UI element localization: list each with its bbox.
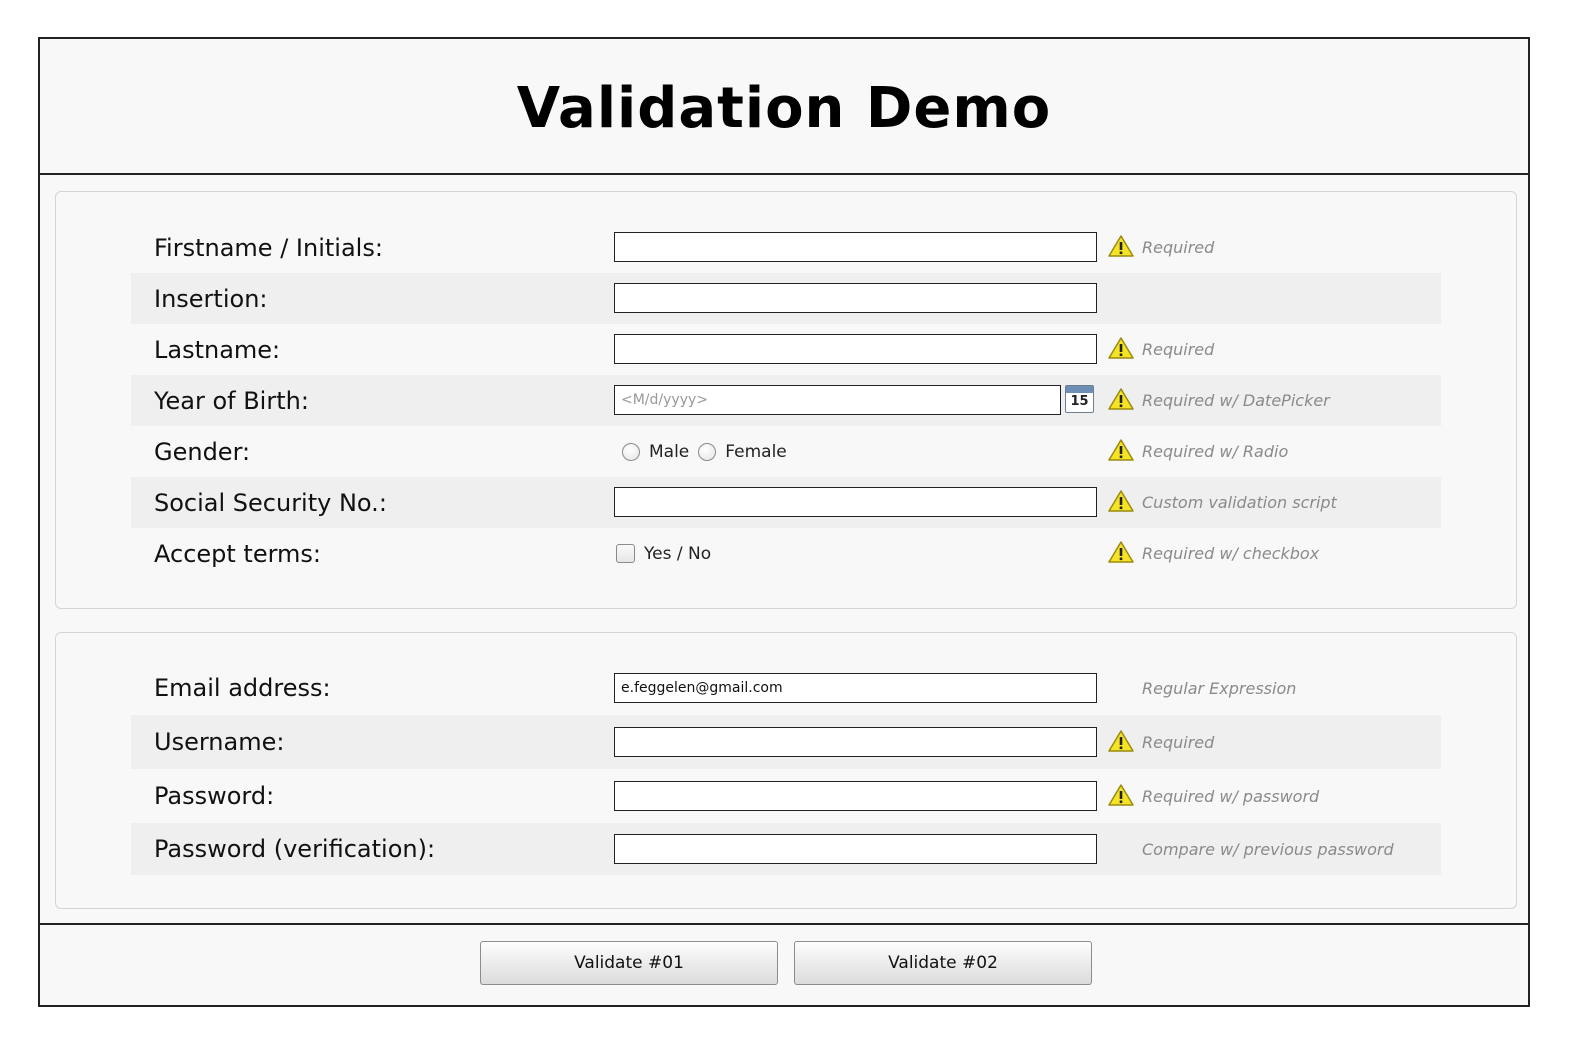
gender-label: Gender: bbox=[154, 437, 251, 466]
warning-icon bbox=[1108, 235, 1134, 257]
accept-terms-checkbox-label[interactable]: Yes / No bbox=[644, 544, 711, 564]
warning-icon bbox=[1108, 439, 1134, 461]
gender-male-radio[interactable] bbox=[622, 442, 640, 461]
gender-female-label[interactable]: Female bbox=[725, 442, 786, 462]
personal-info-group: Firstname / Initials: Required Insertion… bbox=[55, 191, 1517, 609]
password-verification-row: Password (verification): Compare w/ prev… bbox=[131, 823, 1441, 875]
warning-icon bbox=[1108, 541, 1134, 563]
lastname-input[interactable] bbox=[614, 334, 1097, 364]
warning-icon bbox=[1108, 490, 1134, 512]
warning-icon bbox=[1108, 784, 1134, 806]
calendar-day: 15 bbox=[1070, 394, 1089, 409]
validate-02-button[interactable]: Validate #02 bbox=[794, 941, 1092, 985]
lastname-hint: Required bbox=[1142, 340, 1215, 359]
ssn-input[interactable] bbox=[614, 487, 1097, 517]
page-title: Validation Demo bbox=[516, 75, 1052, 141]
warning-icon bbox=[1108, 388, 1134, 410]
insertion-row: Insertion: bbox=[131, 273, 1441, 324]
year-of-birth-date-input[interactable] bbox=[614, 385, 1061, 415]
accept-terms-hint: Required w/ checkbox bbox=[1142, 544, 1320, 563]
year-of-birth-label: Year of Birth: bbox=[154, 386, 309, 415]
accept-terms-label: Accept terms: bbox=[154, 539, 322, 568]
email-row: Email address: Regular Expression bbox=[131, 661, 1441, 715]
gender-female-radio[interactable] bbox=[698, 442, 717, 461]
gender-male-label[interactable]: Male bbox=[649, 442, 689, 462]
password-verification-input[interactable] bbox=[614, 834, 1097, 864]
validate-01-button[interactable]: Validate #01 bbox=[480, 941, 778, 985]
username-row: Username: Required bbox=[131, 715, 1441, 769]
insertion-input[interactable] bbox=[614, 283, 1097, 313]
insertion-label: Insertion: bbox=[154, 284, 268, 313]
calendar-icon[interactable]: 15 bbox=[1065, 385, 1094, 413]
lastname-row: Lastname: Required bbox=[131, 324, 1441, 375]
email-hint: Regular Expression bbox=[1142, 678, 1297, 698]
firstname-hint: Required bbox=[1142, 238, 1215, 257]
ssn-hint: Custom validation script bbox=[1142, 493, 1337, 512]
accept-terms-check-group: Yes / No bbox=[616, 528, 711, 579]
username-label: Username: bbox=[154, 728, 285, 756]
lastname-label: Lastname: bbox=[154, 335, 281, 364]
accept-terms-row: Accept terms: Yes / No Required w/ check… bbox=[131, 528, 1441, 579]
firstname-row: Firstname / Initials: Required bbox=[131, 222, 1441, 273]
gender-hint: Required w/ Radio bbox=[1142, 442, 1289, 461]
gender-row: Gender: Male Female Required w/ Radio bbox=[131, 426, 1441, 477]
ssn-label: Social Security No.: bbox=[154, 488, 387, 517]
header: Validation Demo bbox=[40, 39, 1528, 175]
password-input[interactable] bbox=[614, 781, 1097, 811]
email-label: Email address: bbox=[154, 674, 331, 702]
firstname-input[interactable] bbox=[614, 232, 1097, 262]
username-hint: Required bbox=[1142, 732, 1215, 752]
validation-form-window: Validation Demo Firstname / Initials: Re… bbox=[38, 37, 1530, 1007]
year-of-birth-hint: Required w/ DatePicker bbox=[1142, 391, 1330, 410]
email-input[interactable] bbox=[614, 673, 1097, 703]
footer: Validate #01 Validate #02 bbox=[40, 923, 1528, 1007]
ssn-row: Social Security No.: Custom validation s… bbox=[131, 477, 1441, 528]
username-input[interactable] bbox=[614, 727, 1097, 757]
account-info-group: Email address: Regular Expression Userna… bbox=[55, 632, 1517, 909]
warning-icon bbox=[1108, 730, 1134, 752]
password-verification-hint: Compare w/ previous password bbox=[1142, 839, 1394, 859]
password-verification-label: Password (verification): bbox=[154, 835, 436, 863]
password-row: Password: Required w/ password bbox=[131, 769, 1441, 823]
warning-icon bbox=[1108, 337, 1134, 359]
gender-radio-group: Male Female bbox=[622, 426, 796, 477]
firstname-label: Firstname / Initials: bbox=[154, 233, 383, 262]
password-label: Password: bbox=[154, 782, 275, 810]
year-of-birth-row: Year of Birth: 15 Required w/ DatePicker bbox=[131, 375, 1441, 426]
password-hint: Required w/ password bbox=[1142, 786, 1320, 806]
accept-terms-checkbox[interactable] bbox=[616, 544, 635, 563]
